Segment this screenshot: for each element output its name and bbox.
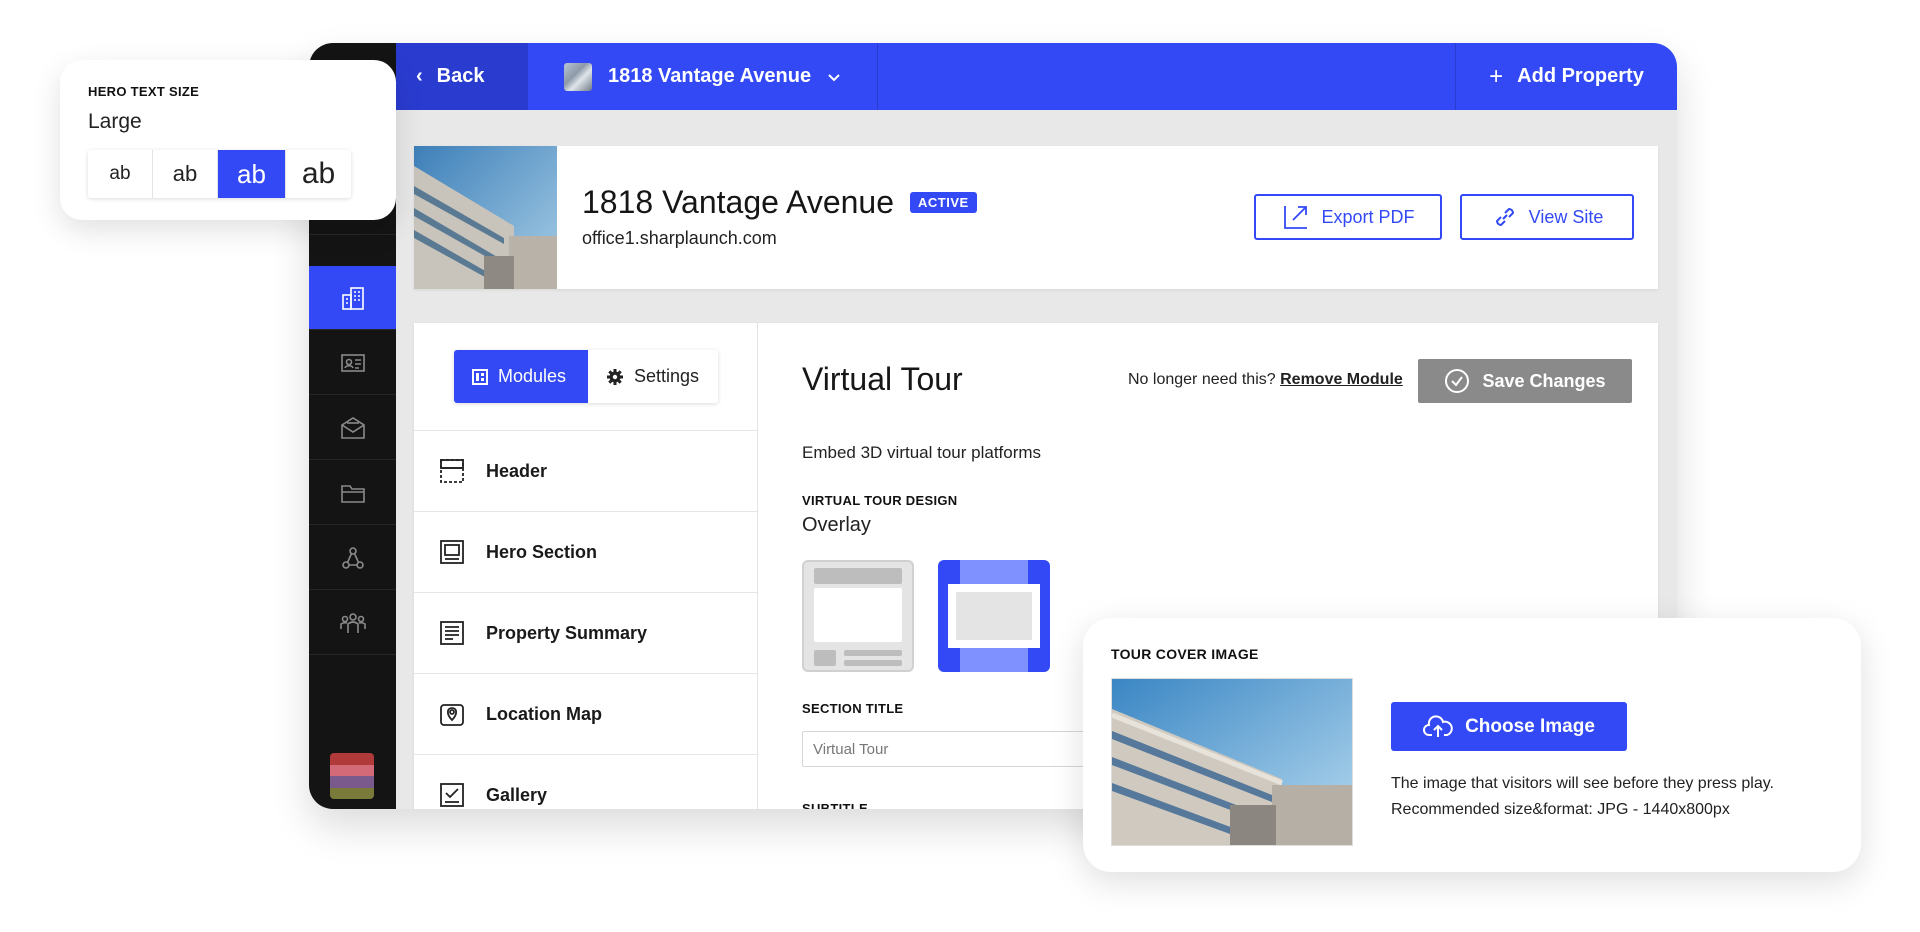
virtual-tour-design-label: VIRTUAL TOUR DESIGN	[802, 493, 958, 508]
tab-modules-label: Modules	[498, 366, 567, 386]
view-site-button[interactable]: View Site	[1460, 194, 1634, 240]
module-item-header[interactable]: Header	[414, 430, 758, 511]
save-changes-label: Save Changes	[1482, 370, 1606, 391]
remove-module-line: No longer need this? Remove Module	[1128, 371, 1403, 389]
tour-cover-image-label: TOUR COVER IMAGE	[1111, 646, 1259, 662]
stage: ‹ Back 1818 Vantage Avenue + Add Propert…	[0, 0, 1920, 932]
modules-settings-toggle: Modules Settings	[454, 350, 718, 403]
module-title: Virtual Tour	[802, 361, 963, 397]
module-item-location-map[interactable]: Location Map	[414, 673, 758, 754]
tour-cover-help-line2: Recommended size&format: JPG - 1440x800p…	[1391, 801, 1730, 818]
back-button[interactable]: ‹ Back	[396, 43, 528, 110]
module-label: Gallery	[486, 784, 548, 805]
property-title-row: 1818 Vantage Avenue ACTIVE	[582, 184, 977, 221]
sidebar-item-properties[interactable]	[309, 266, 396, 330]
modules-icon	[472, 368, 488, 385]
property-selector-label: 1818 Vantage Avenue	[608, 65, 812, 87]
property-photo	[414, 146, 557, 289]
section-title-label: SECTION TITLE	[802, 701, 904, 716]
header-module-icon	[440, 459, 464, 483]
sidebar-item-integrations[interactable]	[309, 526, 396, 590]
module-description: Embed 3D virtual tour platforms	[802, 443, 1042, 462]
cloud-upload-icon	[1423, 714, 1453, 737]
property-url: office1.sharplaunch.com	[582, 228, 777, 248]
link-icon	[1495, 207, 1514, 227]
tab-settings-label: Settings	[634, 366, 700, 386]
text-size-xlarge[interactable]: ab	[286, 150, 351, 198]
remove-prompt: No longer need this?	[1128, 371, 1276, 388]
text-size-selector: ab ab ab ab	[88, 150, 351, 198]
module-item-gallery[interactable]: Gallery	[414, 754, 758, 809]
module-label: Header	[486, 460, 548, 481]
text-size-large[interactable]: ab	[218, 150, 286, 198]
text-size-medium[interactable]: ab	[153, 150, 218, 198]
hero-text-size-card: HERO TEXT SIZE Large ab ab ab ab	[60, 60, 396, 220]
mail-icon	[340, 416, 365, 439]
module-item-hero-section[interactable]: Hero Section	[414, 511, 758, 592]
tour-cover-help: The image that visitors will see before …	[1391, 771, 1831, 823]
add-property-button[interactable]: + Add Property	[1455, 43, 1677, 110]
export-pdf-label: Export PDF	[1321, 206, 1415, 227]
property-header-card: 1818 Vantage Avenue ACTIVE office1.sharp…	[414, 146, 1658, 289]
network-icon	[341, 546, 364, 569]
team-icon	[339, 612, 366, 633]
sidebar-item-contacts[interactable]	[309, 331, 396, 395]
choose-image-label: Choose Image	[1465, 715, 1595, 737]
map-module-icon	[440, 704, 464, 726]
sidebar-item-mail[interactable]	[309, 396, 396, 460]
module-item-property-summary[interactable]: Property Summary	[414, 592, 758, 673]
property-title: 1818 Vantage Avenue	[582, 184, 894, 220]
chevron-left-icon: ‹	[416, 65, 423, 87]
tour-cover-help-line1: The image that visitors will see before …	[1391, 775, 1774, 792]
back-label: Back	[436, 65, 485, 87]
module-label: Location Map	[486, 703, 602, 724]
subtitle-label: SUBTITLE	[802, 801, 868, 809]
folder-icon	[340, 484, 365, 503]
contact-card-icon	[340, 353, 365, 372]
hero-text-size-value: Large	[88, 110, 142, 133]
sidebar-item-team[interactable]	[309, 591, 396, 655]
export-pdf-button[interactable]: Export PDF	[1254, 194, 1442, 240]
save-changes-button[interactable]: Save Changes	[1418, 359, 1632, 403]
design-option-overlay[interactable]	[938, 560, 1050, 672]
summary-module-icon	[440, 621, 464, 645]
virtual-tour-design-value: Overlay	[802, 514, 871, 536]
gallery-module-icon	[440, 783, 464, 807]
brand-logo	[330, 753, 374, 799]
tab-modules[interactable]: Modules	[454, 350, 588, 403]
remove-module-link[interactable]: Remove Module	[1280, 371, 1403, 388]
hero-module-icon	[440, 540, 464, 564]
topbar: ‹ Back 1818 Vantage Avenue + Add Propert…	[396, 43, 1677, 110]
choose-image-button[interactable]: Choose Image	[1391, 702, 1627, 751]
text-size-small[interactable]: ab	[88, 150, 153, 198]
buildings-icon	[341, 286, 364, 310]
property-thumbnail	[564, 62, 592, 91]
modules-column: Modules Settings Header Hero Section Pro…	[414, 323, 758, 809]
hero-text-size-label: HERO TEXT SIZE	[88, 84, 200, 99]
chevron-down-icon	[828, 73, 840, 81]
module-label: Hero Section	[486, 541, 598, 562]
tab-settings[interactable]: Settings	[588, 350, 718, 403]
check-circle-icon	[1445, 369, 1470, 393]
plus-icon: +	[1489, 62, 1504, 90]
property-selector[interactable]: 1818 Vantage Avenue	[528, 43, 878, 110]
gear-icon	[607, 368, 623, 385]
status-badge: ACTIVE	[910, 192, 977, 213]
design-option-standard[interactable]	[802, 560, 914, 672]
module-label: Property Summary	[486, 622, 648, 643]
tour-cover-photo	[1111, 678, 1353, 846]
export-icon	[1284, 206, 1308, 229]
view-site-label: View Site	[1528, 206, 1604, 227]
add-property-label: Add Property	[1517, 65, 1644, 87]
tour-cover-image-card: TOUR COVER IMAGE Choose Image The image …	[1083, 618, 1861, 872]
sidebar-item-files[interactable]	[309, 461, 396, 525]
section-title-input[interactable]: Virtual Tour	[802, 731, 1102, 767]
